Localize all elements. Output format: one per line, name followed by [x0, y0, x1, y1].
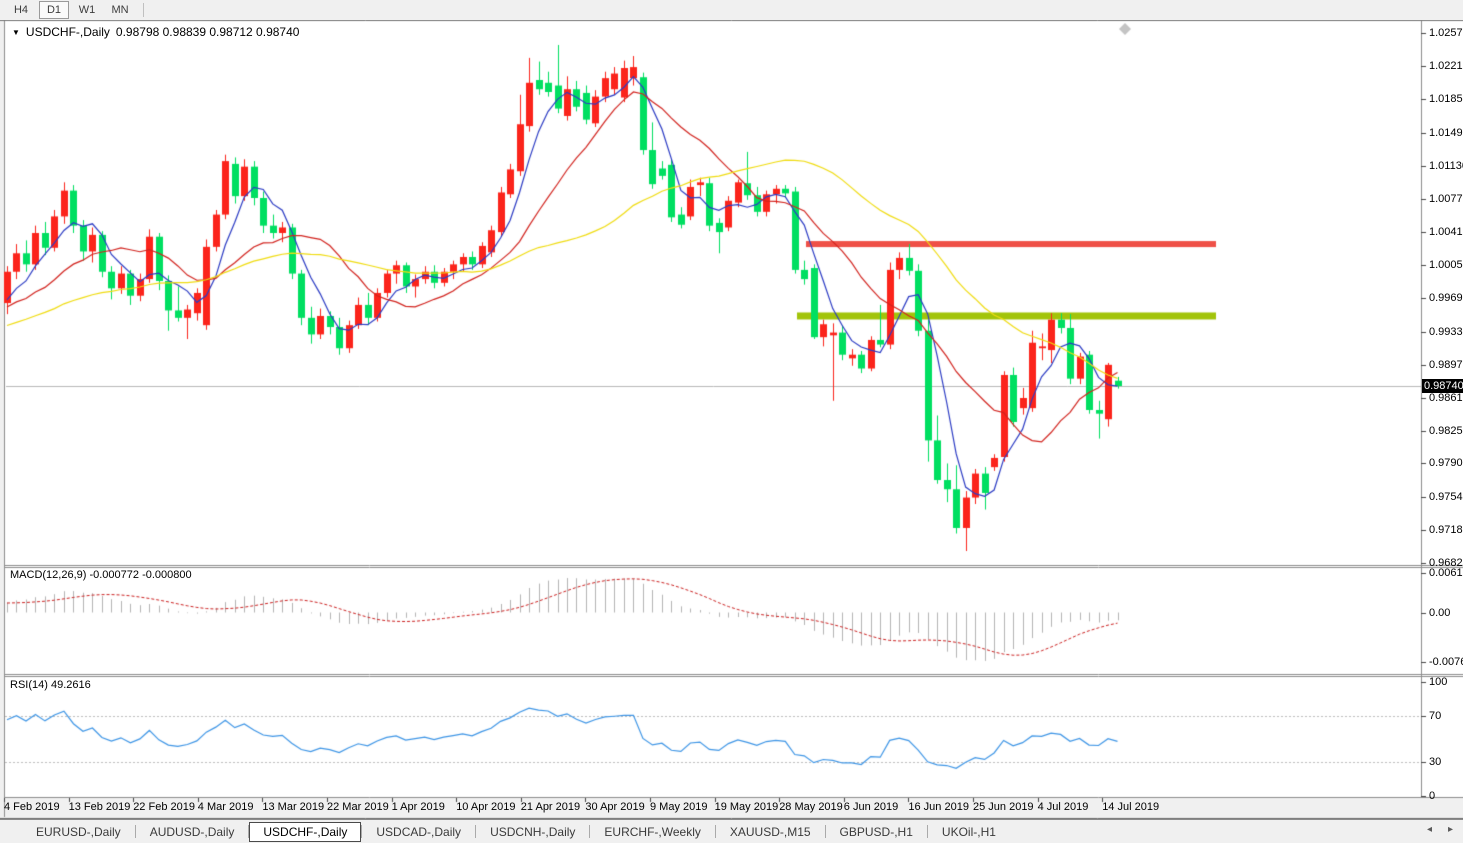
tab-eurusd-daily[interactable]: EURUSD-,Daily: [22, 822, 135, 842]
macd-axis-label: -0.007612: [1429, 656, 1463, 668]
date-axis-label: 9 May 2019: [650, 801, 707, 813]
date-axis-label: 16 Jun 2019: [908, 801, 969, 813]
tab-usdcnh-daily[interactable]: USDCNH-,Daily: [476, 822, 589, 842]
date-axis-label: 10 Apr 2019: [456, 801, 515, 813]
price-axis-label: 0.98610: [1429, 392, 1463, 404]
price-axis-label: 0.97180: [1429, 524, 1463, 536]
timeframe-d1-button[interactable]: D1: [39, 1, 69, 19]
price-axis-label: 0.98970: [1429, 359, 1463, 371]
price-axis-label: 0.98250: [1429, 425, 1463, 437]
tab-eurchf-weekly[interactable]: EURCHF-,Weekly: [590, 822, 714, 842]
rsi-axis-label: 30: [1429, 756, 1441, 768]
current-price-badge: 0.98740: [1422, 379, 1463, 393]
tab-audusd-daily[interactable]: AUDUSD-,Daily: [136, 822, 249, 842]
date-axis-label: 6 Jun 2019: [844, 801, 898, 813]
price-axis-label: 1.02210: [1429, 60, 1463, 72]
tab-gbpusd-h1[interactable]: GBPUSD-,H1: [826, 822, 927, 842]
tab-xauusd-m15[interactable]: XAUUSD-,M15: [716, 822, 825, 842]
tab-ukoil-h1[interactable]: UKOil-,H1: [928, 822, 1010, 842]
date-axis-label: 28 May 2019: [779, 801, 843, 813]
macd-axis-label: 0.00: [1429, 607, 1450, 619]
tab-scroll-controls: ◂ ▸: [1427, 824, 1453, 835]
chart-canvas[interactable]: [0, 0, 1463, 843]
date-axis-label: 4 Jul 2019: [1038, 801, 1089, 813]
rsi-axis-label: 0: [1429, 790, 1435, 802]
tab-usdcad-daily[interactable]: USDCAD-,Daily: [362, 822, 475, 842]
date-axis-label: 22 Mar 2019: [327, 801, 389, 813]
date-axis-label: 22 Feb 2019: [133, 801, 195, 813]
price-axis-label: 1.00410: [1429, 226, 1463, 238]
date-axis-label: 4 Mar 2019: [198, 801, 254, 813]
date-axis-label: 21 Apr 2019: [521, 801, 580, 813]
macd-label: MACD(12,26,9) -0.000772 -0.000800: [10, 569, 192, 581]
price-axis-label: 1.02570: [1429, 27, 1463, 39]
timeframe-h4-button[interactable]: H4: [6, 1, 36, 19]
tab-scroll-left-icon[interactable]: ◂: [1427, 824, 1432, 835]
price-axis-label: 0.99330: [1429, 326, 1463, 338]
date-axis-label: 25 Jun 2019: [973, 801, 1034, 813]
trading-terminal: H4 D1 W1 MN ▼ USDCHF-,Daily 0.98798 0.9883…: [0, 0, 1463, 843]
rsi-axis-label: 100: [1429, 676, 1447, 688]
tab-scroll-right-icon[interactable]: ▸: [1448, 824, 1453, 835]
date-axis-label: 14 Jul 2019: [1102, 801, 1159, 813]
price-axis-label: 1.00770: [1429, 193, 1463, 205]
price-axis-label: 0.97900: [1429, 457, 1463, 469]
timeframe-mn-button[interactable]: MN: [105, 1, 135, 19]
timeframe-w1-button[interactable]: W1: [72, 1, 102, 19]
price-axis-label: 0.97540: [1429, 491, 1463, 503]
symbol-tab-bar: EURUSD-,DailyAUDUSD-,DailyUSDCHF-,DailyU…: [0, 819, 1463, 843]
price-axis-label: 1.01850: [1429, 93, 1463, 105]
price-axis-label: 1.01490: [1429, 127, 1463, 139]
tab-usdchf-daily[interactable]: USDCHF-,Daily: [249, 822, 361, 842]
price-axis-label: 1.01130: [1429, 160, 1463, 172]
chart-ohlc-values: 0.98798 0.98839 0.98712 0.98740: [116, 25, 300, 39]
chart-symbol-label: USDCHF-,Daily: [26, 25, 110, 39]
date-axis-label: 13 Mar 2019: [262, 801, 324, 813]
date-axis-label: 4 Feb 2019: [4, 801, 60, 813]
date-axis-label: 30 Apr 2019: [585, 801, 644, 813]
date-axis-label: 13 Feb 2019: [69, 801, 131, 813]
toolbar-separator: [143, 3, 144, 17]
price-axis-label: 0.99690: [1429, 292, 1463, 304]
date-axis-label: 1 Apr 2019: [392, 801, 445, 813]
date-axis-label: 19 May 2019: [715, 801, 779, 813]
timeframe-toolbar: H4 D1 W1 MN: [0, 0, 1463, 20]
collapse-triangle-icon[interactable]: ▼: [12, 28, 20, 37]
rsi-label: RSI(14) 49.2616: [10, 679, 91, 691]
price-axis-label: 1.00050: [1429, 259, 1463, 271]
chart-title: ▼ USDCHF-,Daily 0.98798 0.98839 0.98712 0.…: [12, 25, 299, 39]
macd-axis-label: 0.00613: [1429, 567, 1463, 579]
rsi-axis-label: 70: [1429, 710, 1441, 722]
